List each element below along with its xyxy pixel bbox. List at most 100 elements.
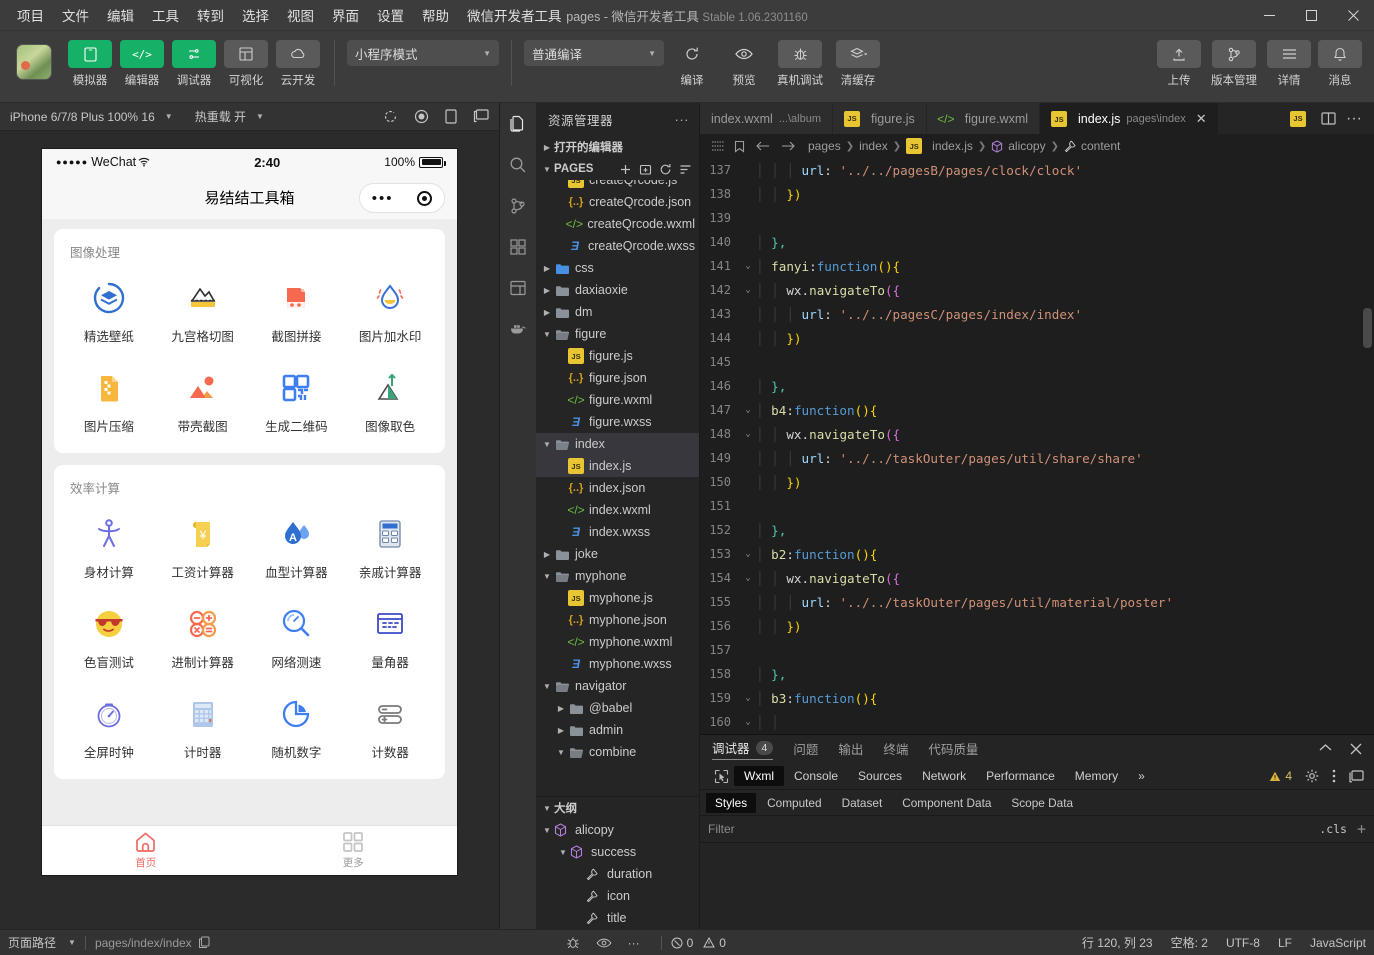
open-editors-section[interactable]: ▶ 打开的编辑器 [536,136,699,158]
project-thumbnail[interactable] [16,44,52,80]
outline-header[interactable]: ▼ 大纲 [536,797,699,819]
breadcrumb-index-js[interactable]: index.js [932,139,973,153]
close-icon[interactable] [1350,743,1362,755]
editor-scrollbar[interactable] [1363,308,1372,348]
grid-item-relative[interactable]: 亲戚计算器 [343,503,437,585]
close-button[interactable] [1332,0,1374,31]
fold-chevron-icon[interactable]: ⌄ [740,261,756,271]
more-dots-icon[interactable]: ••• [372,191,394,206]
details-button[interactable]: 详情 [1265,40,1313,88]
menu-item-interface[interactable]: 界面 [323,1,368,29]
code-viewport[interactable]: 137│ │ │ url: '../../pagesB/pages/clock/… [700,158,1374,734]
grid-item-blood[interactable]: A 血型计算器 [250,503,344,585]
tree-folder[interactable]: ▼index [536,433,699,455]
panel-tab-问题[interactable]: 问题 [793,739,818,760]
menu-item-goto[interactable]: 转到 [188,1,233,29]
cursor-position[interactable]: 行 120, 列 23 [1082,934,1153,951]
menu-item-select[interactable]: 选择 [233,1,278,29]
tab-more[interactable]: 更多 [250,826,458,875]
extensions-icon[interactable] [504,233,532,261]
devtools-tab-network[interactable]: Network [912,766,976,786]
tree-file[interactable]: Ǝfigure.wxss [536,411,699,433]
grid-item-shell-screenshot[interactable]: 带壳截图 [156,357,250,439]
close-capsule-icon[interactable] [417,191,432,206]
menu-item-tools[interactable]: 工具 [143,1,188,29]
styles-tab-row[interactable]: StylesComputedDatasetComponent DataScope… [700,790,1374,816]
fold-chevron-icon[interactable]: ⌄ [740,549,756,559]
outline-item[interactable]: duration [536,863,699,885]
record-icon[interactable] [414,109,429,124]
editor-tab-index-js[interactable]: JSindex.jspages\index✕ [1040,103,1219,134]
panel-tab-row[interactable]: 调试器4问题输出终端代码质量 [700,735,1374,763]
eye-icon[interactable] [596,937,612,949]
tree-file[interactable]: {..}index.json [536,477,699,499]
warning-count[interactable]: 4 [1269,769,1292,783]
breadcrumb-pages[interactable]: pages [808,139,841,153]
settings-icon[interactable] [1305,769,1319,783]
screen-icon[interactable] [473,109,489,124]
filter-input[interactable]: Filter [708,822,735,836]
grid-item-counter[interactable]: 计数器 [343,683,437,765]
docker-icon[interactable] [504,315,532,343]
back-icon[interactable] [756,140,770,152]
maximize-button[interactable] [1290,0,1332,31]
page-path-select[interactable]: 页面路径 ▼ [8,934,76,951]
tree-folder[interactable]: ▼navigator [536,675,699,697]
tree-file[interactable]: {..}figure.json [536,367,699,389]
compile-select[interactable]: 普通编译 ▼ [524,40,664,66]
outline-item[interactable]: ▼alicopy [536,819,699,841]
upload-button[interactable]: 上传 [1155,40,1203,88]
real-device-debug-button[interactable]: 真机调试 [772,40,828,88]
grid-item-random[interactable]: 随机数字 [250,683,344,765]
grid-item-salary[interactable]: ¥ 工资计算器 [156,503,250,585]
breadcrumb-content[interactable]: content [1081,139,1120,153]
minimize-button[interactable] [1248,0,1290,31]
split-editor-icon[interactable] [1321,112,1336,125]
more-icon[interactable]: ··· [675,112,696,127]
messages-button[interactable]: 消息 [1316,40,1364,88]
fold-chevron-icon[interactable]: ⌄ [740,429,756,439]
style-tab-scope-data[interactable]: Scope Data [1002,793,1082,813]
cloud-toggle[interactable]: 云开发 [274,40,322,88]
cls-button[interactable]: .cls [1319,822,1347,836]
source-control-icon[interactable] [504,192,532,220]
panel-tab-调试器[interactable]: 调试器4 [712,738,773,760]
devtools-tab-performance[interactable]: Performance [976,766,1065,786]
tree-file[interactable]: ƎcreateQrcode.wxss [536,235,699,257]
more-icon[interactable]: ··· [1346,110,1362,128]
dock-icon[interactable] [1349,770,1364,783]
debugger-toggle[interactable]: 调试器 [170,40,218,88]
tree-folder[interactable]: ▶joke [536,543,699,565]
add-rule-button[interactable]: + [1357,820,1366,838]
pages-section[interactable]: ▼ PAGES [536,158,699,180]
visualizer-toggle[interactable]: 可视化 [222,40,270,88]
style-tab-styles[interactable]: Styles [706,793,756,813]
grid-item-base-converter[interactable]: 进制计算器 [156,593,250,675]
bug-icon[interactable] [566,936,580,950]
tree-file[interactable]: JSfigure.js [536,345,699,367]
grid-item-colorblind[interactable]: 色盲测试 [62,593,156,675]
collapse-icon[interactable] [679,163,692,176]
tree-file[interactable]: Ǝindex.wxss [536,521,699,543]
device-icon[interactable] [445,109,457,124]
editor-tab-figure-js[interactable]: JSfigure.js [833,103,927,134]
problem-counts[interactable]: 0 0 [671,936,726,950]
indent-setting[interactable]: 空格: 2 [1171,934,1208,951]
tree-file[interactable]: </>index.wxml [536,499,699,521]
rotate-icon[interactable] [383,109,398,124]
tree-file[interactable]: JSmyphone.js [536,587,699,609]
inspect-icon[interactable] [708,769,734,784]
new-folder-icon[interactable] [639,163,652,176]
editor-tab-index-wxml[interactable]: index.wxml...\album [700,103,833,134]
grid-item-stitch[interactable]: 截图拼接 [250,267,344,349]
capsule-menu[interactable]: ••• [359,183,445,213]
files-icon[interactable] [504,110,532,138]
bookmark-icon[interactable] [734,140,745,153]
refresh-icon[interactable] [659,163,672,176]
fold-chevron-icon[interactable]: ⌄ [740,285,756,295]
layout-icon[interactable] [504,274,532,302]
fold-chevron-icon[interactable]: ⌄ [740,693,756,703]
tree-file[interactable]: </>figure.wxml [536,389,699,411]
grid-item-clock[interactable]: 全屏时钟 [62,683,156,765]
grid-item-grid-cut[interactable]: 九宫格切图 [156,267,250,349]
